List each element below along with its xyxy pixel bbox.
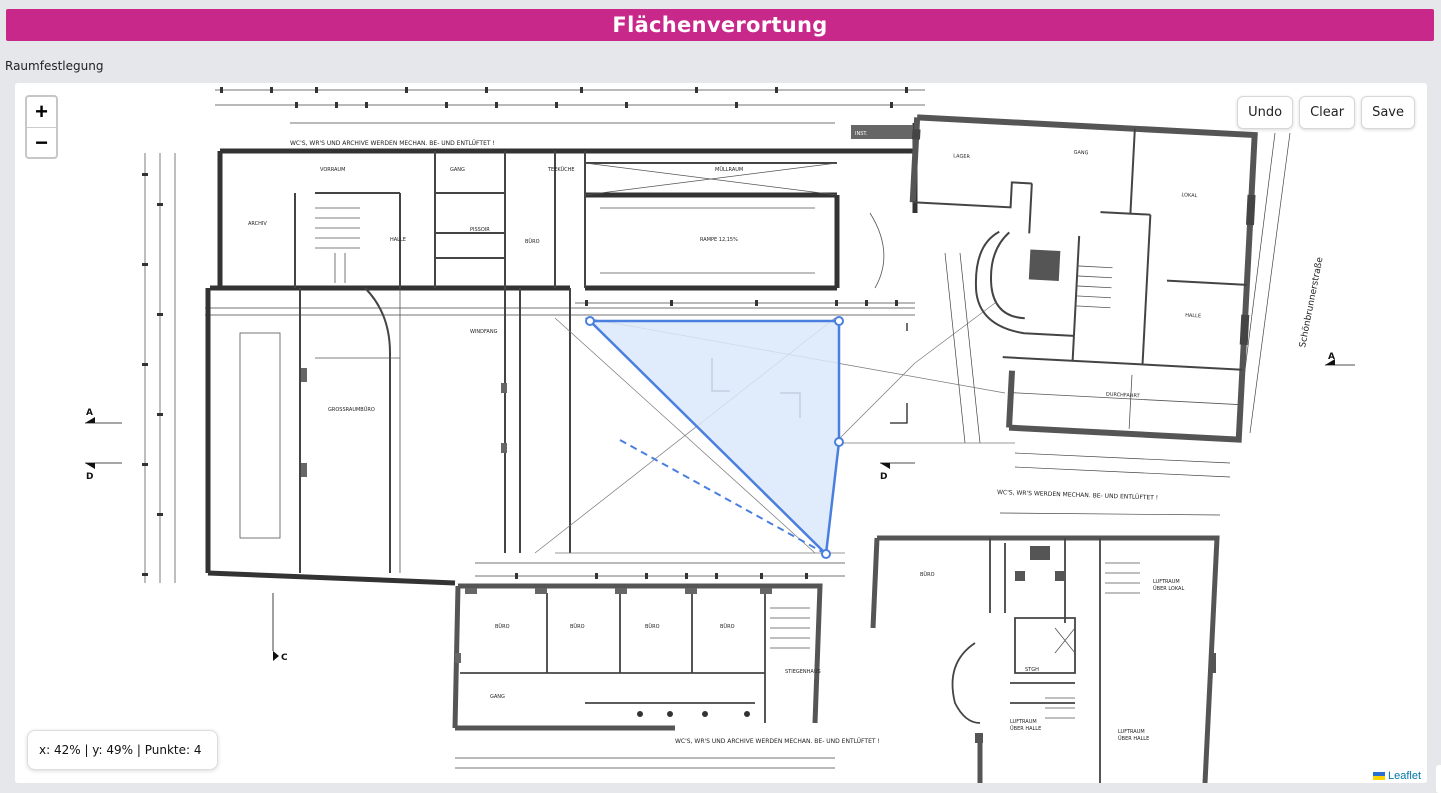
svg-text:D: D [880, 472, 887, 482]
svg-text:HALLE: HALLE [390, 237, 406, 243]
svg-text:GROSSRAUMBÜRO: GROSSRAUMBÜRO [328, 406, 375, 413]
svg-text:ÜBER HALLE: ÜBER HALLE [1010, 725, 1041, 732]
zoom-in-button[interactable]: + [27, 97, 56, 127]
svg-text:ÜBER HALLE: ÜBER HALLE [1118, 735, 1149, 742]
svg-text:BÜRO: BÜRO [525, 238, 540, 245]
map-attribution: Leaflet [1366, 769, 1427, 783]
svg-text:LUFTRAUM: LUFTRAUM [1153, 579, 1180, 585]
draw-toolbar: Undo Clear Save [1237, 96, 1415, 129]
clear-button[interactable]: Clear [1299, 96, 1356, 129]
svg-text:C: C [281, 653, 288, 663]
svg-text:BÜRO: BÜRO [570, 623, 585, 630]
svg-text:WINDFANG: WINDFANG [470, 329, 498, 335]
svg-text:BÜRO: BÜRO [920, 571, 935, 578]
svg-text:VORRAUM: VORRAUM [320, 167, 345, 173]
ukraine-flag-icon [1372, 772, 1385, 780]
svg-text:WC'S, WR'S UND ARCHIVE WERDE: WC'S, WR'S UND ARCHIVE WERDEN MECHAN. BE… [290, 140, 495, 147]
svg-text:Schönbrunnerstraße: Schönbrunnerstraße [1298, 256, 1325, 349]
svg-text:LOKAL: LOKAL [1181, 192, 1197, 199]
svg-text:TEEKÜCHE: TEEKÜCHE [547, 166, 575, 173]
svg-text:ÜBER LOKAL: ÜBER LOKAL [1153, 585, 1184, 592]
svg-text:INST.: INST. [855, 131, 868, 137]
svg-text:STIEGENHAUS: STIEGENHAUS [785, 669, 821, 675]
svg-text:MÜLLRAUM: MÜLLRAUM [715, 166, 743, 173]
svg-text:WC'S, WR'S UND ARCHIVE WERDE: WC'S, WR'S UND ARCHIVE WERDEN MECHAN. BE… [675, 738, 880, 745]
svg-text:A: A [86, 408, 93, 418]
svg-text:WC'S, WR'S WERDEN MECHAN. BE-: WC'S, WR'S WERDEN MECHAN. BE- UND ENTLÜF… [997, 489, 1158, 502]
svg-text:D: D [86, 472, 93, 482]
section-label: Raumfestlegung [5, 59, 104, 73]
page-header: Flächenverortung [6, 9, 1434, 41]
floorplan-map[interactable]: ARCHIV VORRAUM GANG TEEKÜCHE MÜLLRAUM RA… [15, 83, 1427, 783]
save-button[interactable]: Save [1361, 96, 1415, 129]
floorplan-image: ARCHIV VORRAUM GANG TEEKÜCHE MÜLLRAUM RA… [85, 87, 1355, 783]
scrollbar-handle[interactable] [1436, 765, 1441, 793]
leaflet-link[interactable]: Leaflet [1388, 770, 1421, 782]
page-title: Flächenverortung [612, 13, 828, 37]
undo-button[interactable]: Undo [1237, 96, 1294, 129]
svg-text:BÜRO: BÜRO [495, 623, 510, 630]
svg-text:LUFTRAUM: LUFTRAUM [1118, 729, 1145, 735]
svg-text:LUFTRAUM: LUFTRAUM [1010, 719, 1037, 725]
svg-text:PISSOIR: PISSOIR [470, 227, 490, 233]
zoom-out-button[interactable]: − [27, 127, 56, 157]
svg-text:GANG: GANG [1073, 150, 1088, 157]
svg-text:BÜRO: BÜRO [720, 623, 735, 630]
drawn-polygon [585, 316, 844, 559]
svg-text:ARCHIV: ARCHIV [248, 221, 267, 227]
svg-text:RAMPE 12,15%: RAMPE 12,15% [700, 237, 738, 243]
svg-text:LAGER: LAGER [953, 153, 971, 160]
svg-text:STGH: STGH [1025, 667, 1039, 673]
svg-text:HALLE: HALLE [1185, 313, 1201, 320]
svg-text:GANG: GANG [450, 167, 465, 173]
svg-text:GANG: GANG [490, 694, 505, 700]
zoom-control: + − [25, 95, 58, 159]
coordinate-status: x: 42% | y: 49% | Punkte: 4 [27, 730, 218, 770]
svg-text:BÜRO: BÜRO [645, 623, 660, 630]
